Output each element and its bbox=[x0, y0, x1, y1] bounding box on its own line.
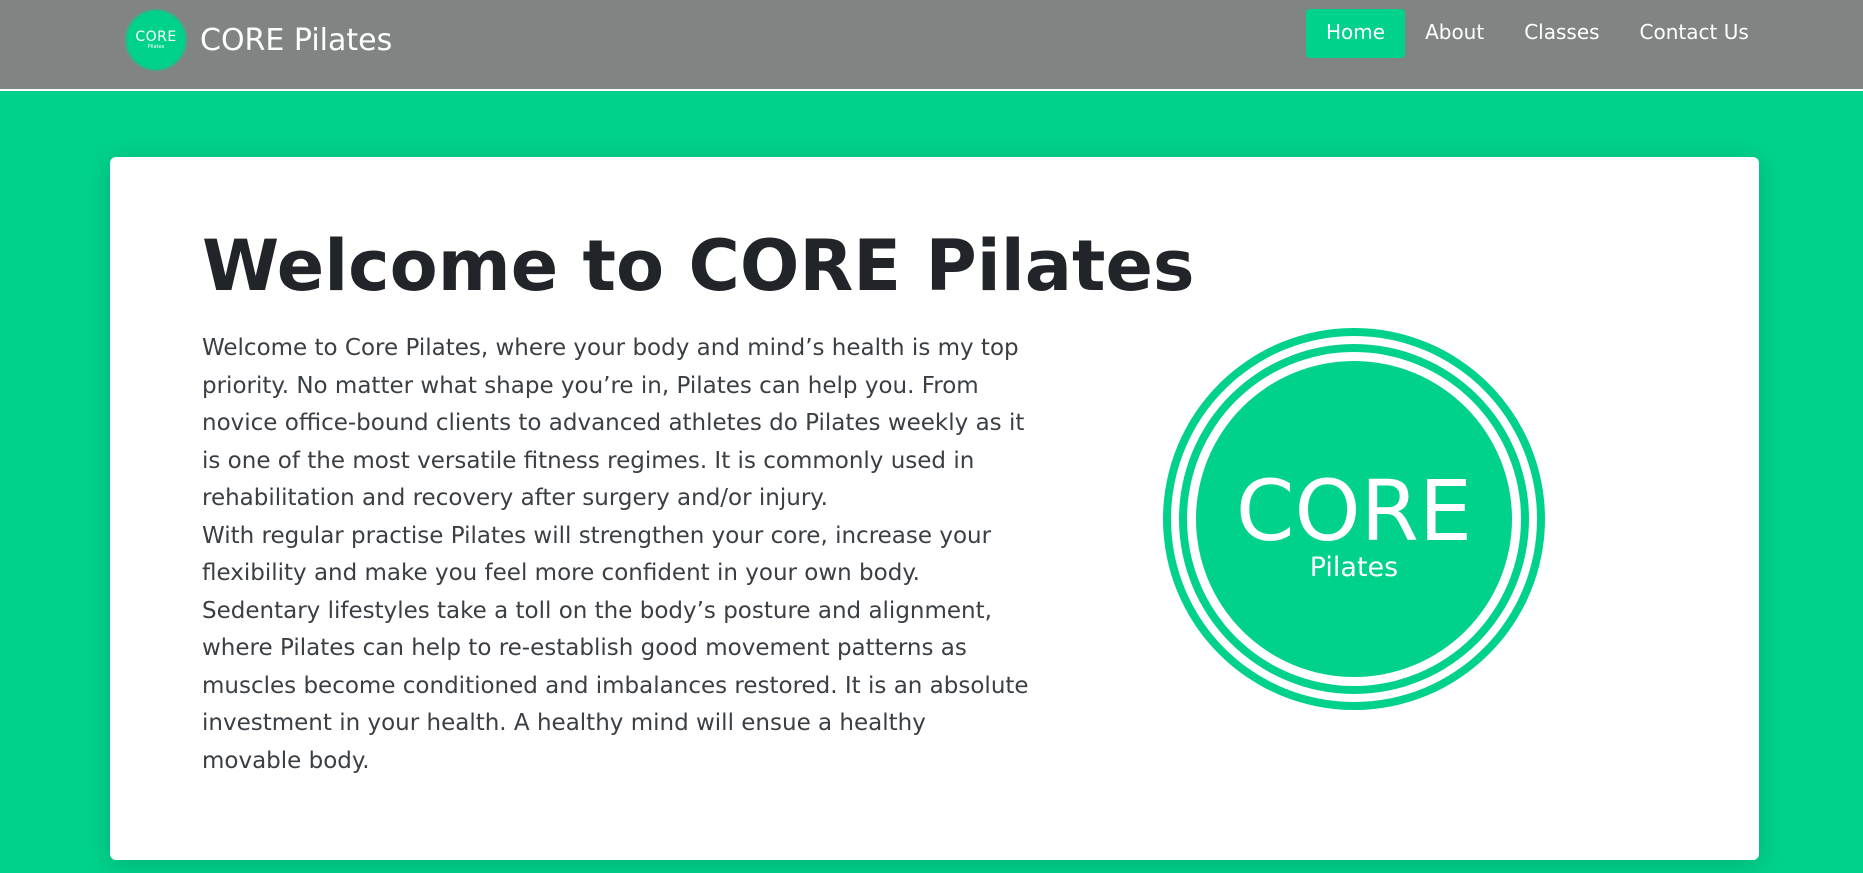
brand-logo: CORE Pilates bbox=[127, 11, 185, 69]
nav-item-home[interactable]: Home bbox=[1306, 9, 1406, 58]
brand-link[interactable]: CORE Pilates CORE Pilates bbox=[127, 11, 392, 69]
brand-logo-text: CORE bbox=[135, 29, 177, 45]
hero-card: Welcome to CORE Pilates Welcome to Core … bbox=[110, 157, 1759, 860]
brand-logo-subtext: Pilates bbox=[147, 44, 165, 50]
nav-menu: Home About Classes Contact Us bbox=[1306, 9, 1769, 58]
logo-pilates-text: Pilates bbox=[1310, 552, 1399, 583]
nav-item-contact-us[interactable]: Contact Us bbox=[1620, 9, 1769, 58]
brand-name: CORE Pilates bbox=[200, 22, 393, 58]
nav-item-about[interactable]: About bbox=[1405, 9, 1504, 58]
navbar: CORE Pilates CORE Pilates Home About Cla… bbox=[0, 0, 1863, 91]
intro-paragraph-1: Welcome to Core Pilates, where your body… bbox=[202, 335, 1025, 511]
intro-paragraph-2: With regular practise Pilates will stren… bbox=[202, 522, 1029, 774]
core-pilates-logo: CORE Pilates bbox=[1163, 328, 1545, 710]
intro-text: Welcome to Core Pilates, where your body… bbox=[202, 330, 1032, 780]
logo-core-text: CORE bbox=[1236, 462, 1472, 560]
nav-item-classes[interactable]: Classes bbox=[1504, 9, 1619, 58]
page-title: Welcome to CORE Pilates bbox=[202, 225, 1195, 307]
